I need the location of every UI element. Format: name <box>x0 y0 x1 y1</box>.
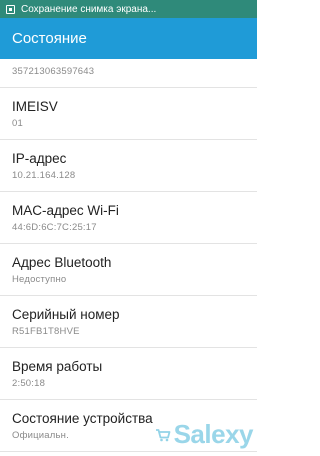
status-bar: Сохранение снимка экрана... <box>0 0 257 18</box>
list-item-title: MAC-адрес Wi-Fi <box>12 203 119 218</box>
list-item-value: 01 <box>12 118 23 129</box>
list-item-ip-address[interactable]: IP-адрес 10.21.164.128 <box>0 140 257 192</box>
list-item-imei[interactable]: 357213063597643 <box>0 59 257 88</box>
list-item-device-status[interactable]: Состояние устройства Официальн. <box>0 400 257 452</box>
status-list: 357213063597643 IMEISV 01 IP-адрес 10.21… <box>0 59 257 452</box>
list-item-value: Официальн. <box>12 430 69 441</box>
screen: Сохранение снимка экрана... Состояние 35… <box>0 0 257 456</box>
screenshot-icon <box>6 4 15 14</box>
list-item-value: 357213063597643 <box>12 66 95 77</box>
list-item-imeisv[interactable]: IMEISV 01 <box>0 88 257 140</box>
page-title: Состояние <box>12 30 87 47</box>
list-item-value: 2:50:18 <box>12 378 46 389</box>
list-item-title: Состояние устройства <box>12 411 153 426</box>
list-item-value: Недоступно <box>12 274 67 285</box>
list-item-value: 10.21.164.128 <box>12 170 76 181</box>
list-item-value: 44:6D:6C:7C:25:17 <box>12 222 97 233</box>
list-item-title: Адрес Bluetooth <box>12 255 112 270</box>
action-bar: Состояние <box>0 18 257 59</box>
list-item-value: R51FB1T8HVE <box>12 326 80 337</box>
list-item-serial-number[interactable]: Серийный номер R51FB1T8HVE <box>0 296 257 348</box>
list-item-wifi-mac[interactable]: MAC-адрес Wi-Fi 44:6D:6C:7C:25:17 <box>0 192 257 244</box>
list-item-title: Серийный номер <box>12 307 120 322</box>
list-item-title: IMEISV <box>12 99 58 114</box>
status-notification-text: Сохранение снимка экрана... <box>21 3 157 15</box>
list-item-title: IP-адрес <box>12 151 67 166</box>
list-item-uptime[interactable]: Время работы 2:50:18 <box>0 348 257 400</box>
list-item-title: Время работы <box>12 359 103 374</box>
list-item-bluetooth-address[interactable]: Адрес Bluetooth Недоступно <box>0 244 257 296</box>
